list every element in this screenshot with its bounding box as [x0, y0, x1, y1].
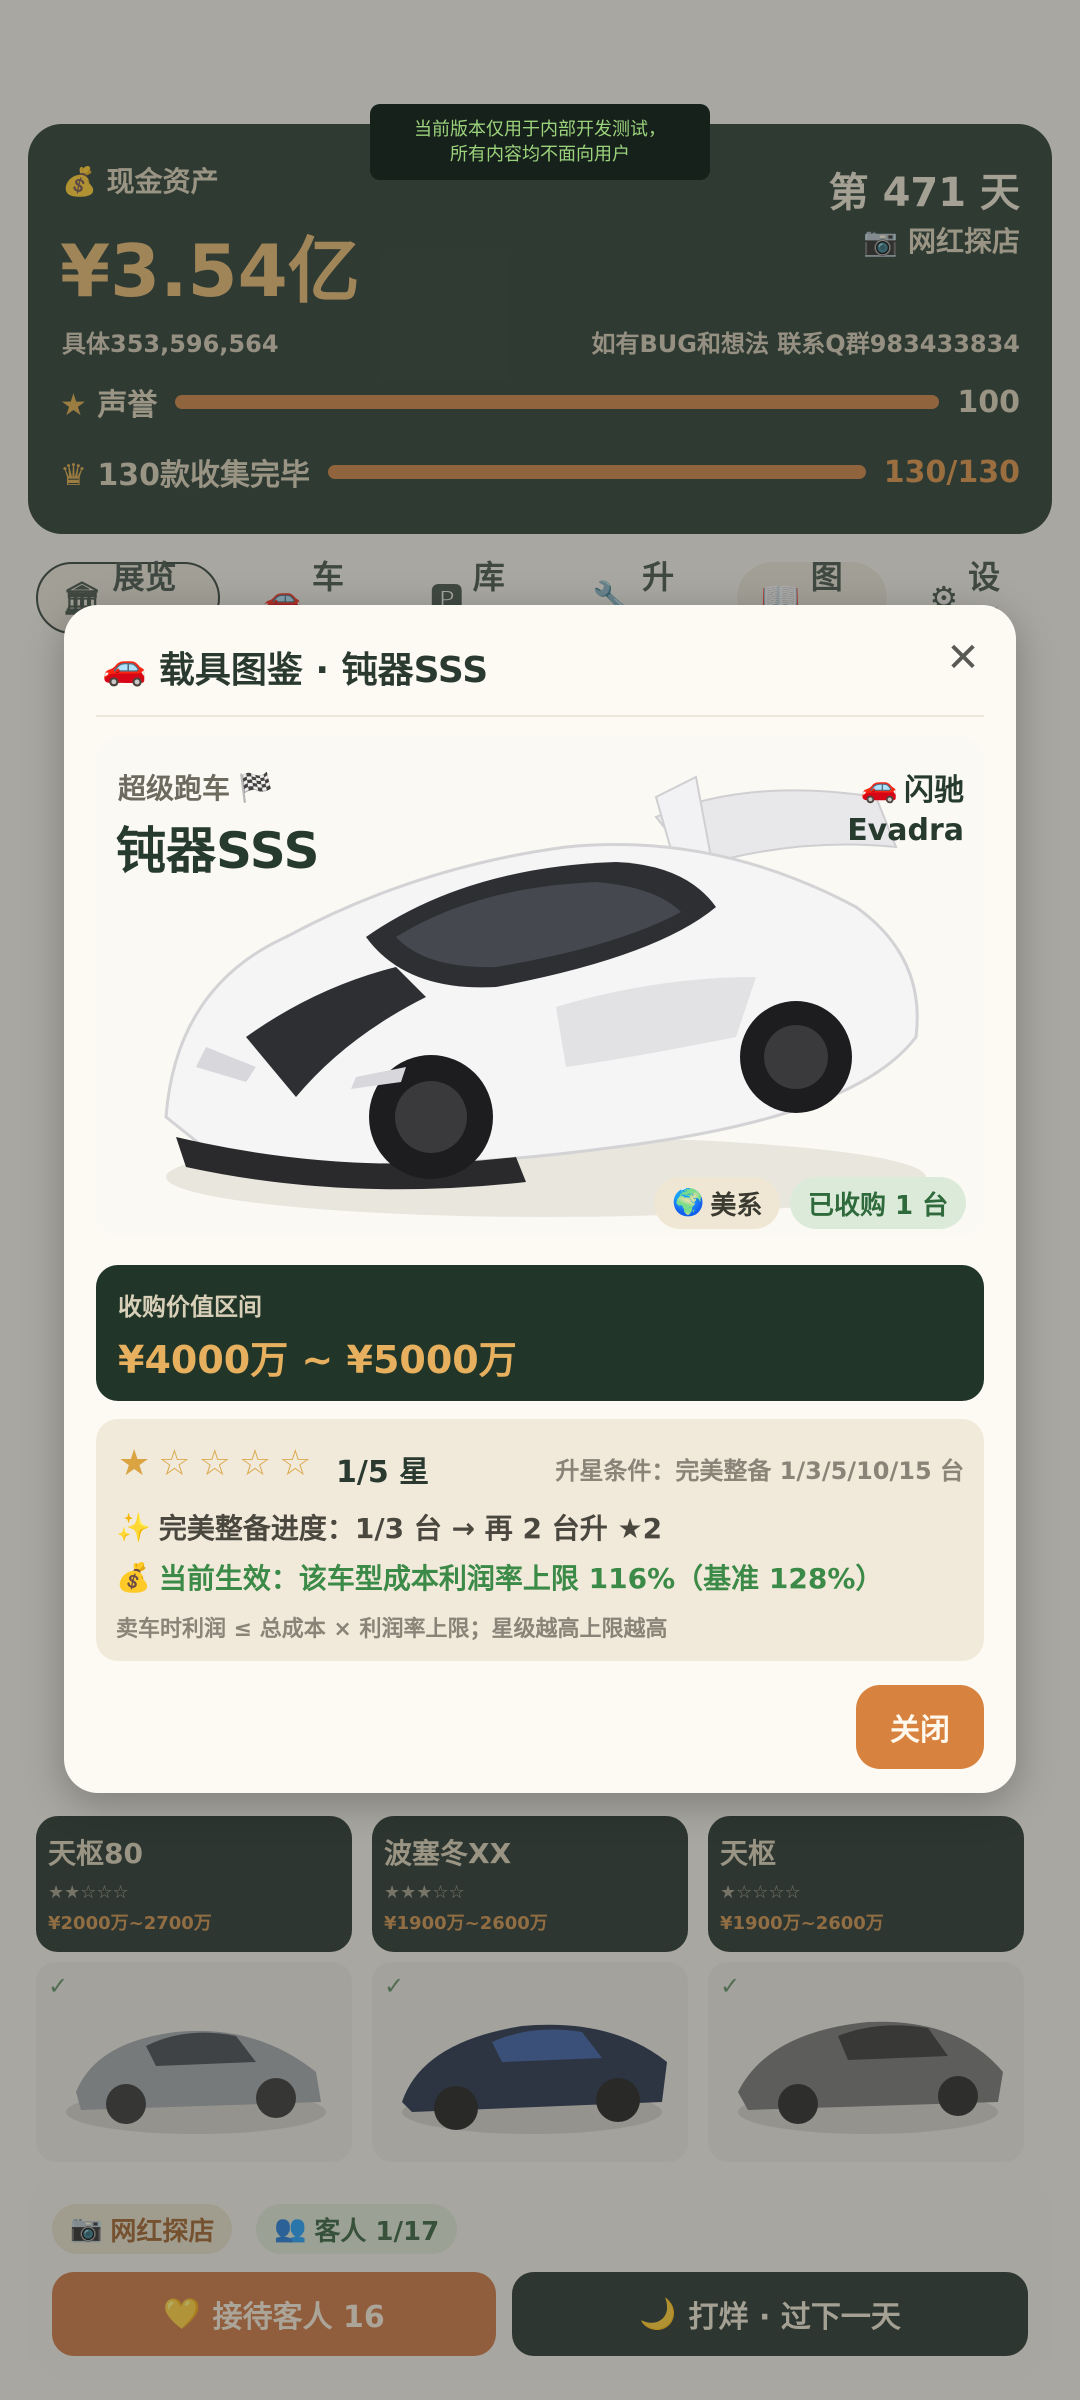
profit-rule: 卖车时利润 ≤ 总成本 × 利润率上限；星级越高上限越高	[116, 1617, 668, 1642]
globe-icon: 🌍	[672, 1188, 705, 1218]
star-count: 1/5 星	[336, 1455, 430, 1490]
close-button[interactable]: 关闭	[856, 1685, 984, 1769]
car-name: 钝器SSS	[116, 822, 320, 880]
prep-progress: ✨ 完美整备进度：1/3 台 → 再 2 台升 ★2	[116, 1510, 663, 1546]
vehicle-catalog-modal: 🚗 载具图鉴 · 钝器SSS ✕ 超级跑车 🏁 钝器SSS 🚗 闪驰 Evadr…	[64, 605, 1016, 1793]
divider	[96, 715, 984, 717]
origin-tag: 🌍 美系	[654, 1177, 781, 1229]
value-range: ¥4000万 ~ ¥5000万	[118, 1338, 517, 1382]
car-class: 超级跑车 🏁	[118, 770, 273, 806]
star-rating: ★ ☆ ☆ ☆ ☆	[118, 1443, 311, 1484]
value-range-box: 收购价值区间 ¥4000万 ~ ¥5000万	[96, 1265, 984, 1401]
car-hero: 超级跑车 🏁 钝器SSS 🚗 闪驰 Evadra 🌍 美系 已收购 1 台	[96, 737, 984, 1237]
upgrade-condition: 升星条件：完美整备 1/3/5/10/15 台	[555, 1457, 964, 1485]
car-icon: 🚗	[102, 647, 147, 688]
star-filled-icon: ★	[118, 1443, 151, 1484]
brand-name-en: Evadra	[847, 813, 964, 848]
sparkle-icon: ✨	[116, 1510, 151, 1544]
star-empty-icon: ☆	[238, 1443, 272, 1484]
star-empty-icon: ☆	[158, 1443, 191, 1484]
star-info-box: ★ ☆ ☆ ☆ ☆ 1/5 星 升星条件：完美整备 1/3/5/10/15 台 …	[96, 1419, 984, 1661]
checkered-flag-icon: 🏁	[238, 770, 273, 804]
modal-title: 🚗 载具图鉴 · 钝器SSS	[102, 647, 489, 691]
brand-name: 🚗 闪驰	[860, 769, 964, 809]
dev-test-banner: 当前版本仅用于内部开发测试， 所有内容均不面向用户	[370, 104, 710, 180]
money-bag-icon: 💰	[116, 1560, 151, 1594]
car-icon: 🚗	[860, 769, 898, 805]
dev-banner-line1: 当前版本仅用于内部开发测试，	[414, 119, 666, 140]
owned-count-tag: 已收购 1 台	[790, 1177, 967, 1229]
current-effect: 💰 当前生效：该车型成本利润率上限 116%（基准 128%）	[116, 1560, 884, 1596]
star-empty-icon: ☆	[198, 1443, 231, 1484]
dev-banner-line2: 所有内容均不面向用户	[450, 144, 630, 165]
close-icon[interactable]: ✕	[940, 635, 986, 681]
value-range-label: 收购价值区间	[118, 1293, 262, 1321]
star-empty-icon: ☆	[279, 1443, 312, 1484]
